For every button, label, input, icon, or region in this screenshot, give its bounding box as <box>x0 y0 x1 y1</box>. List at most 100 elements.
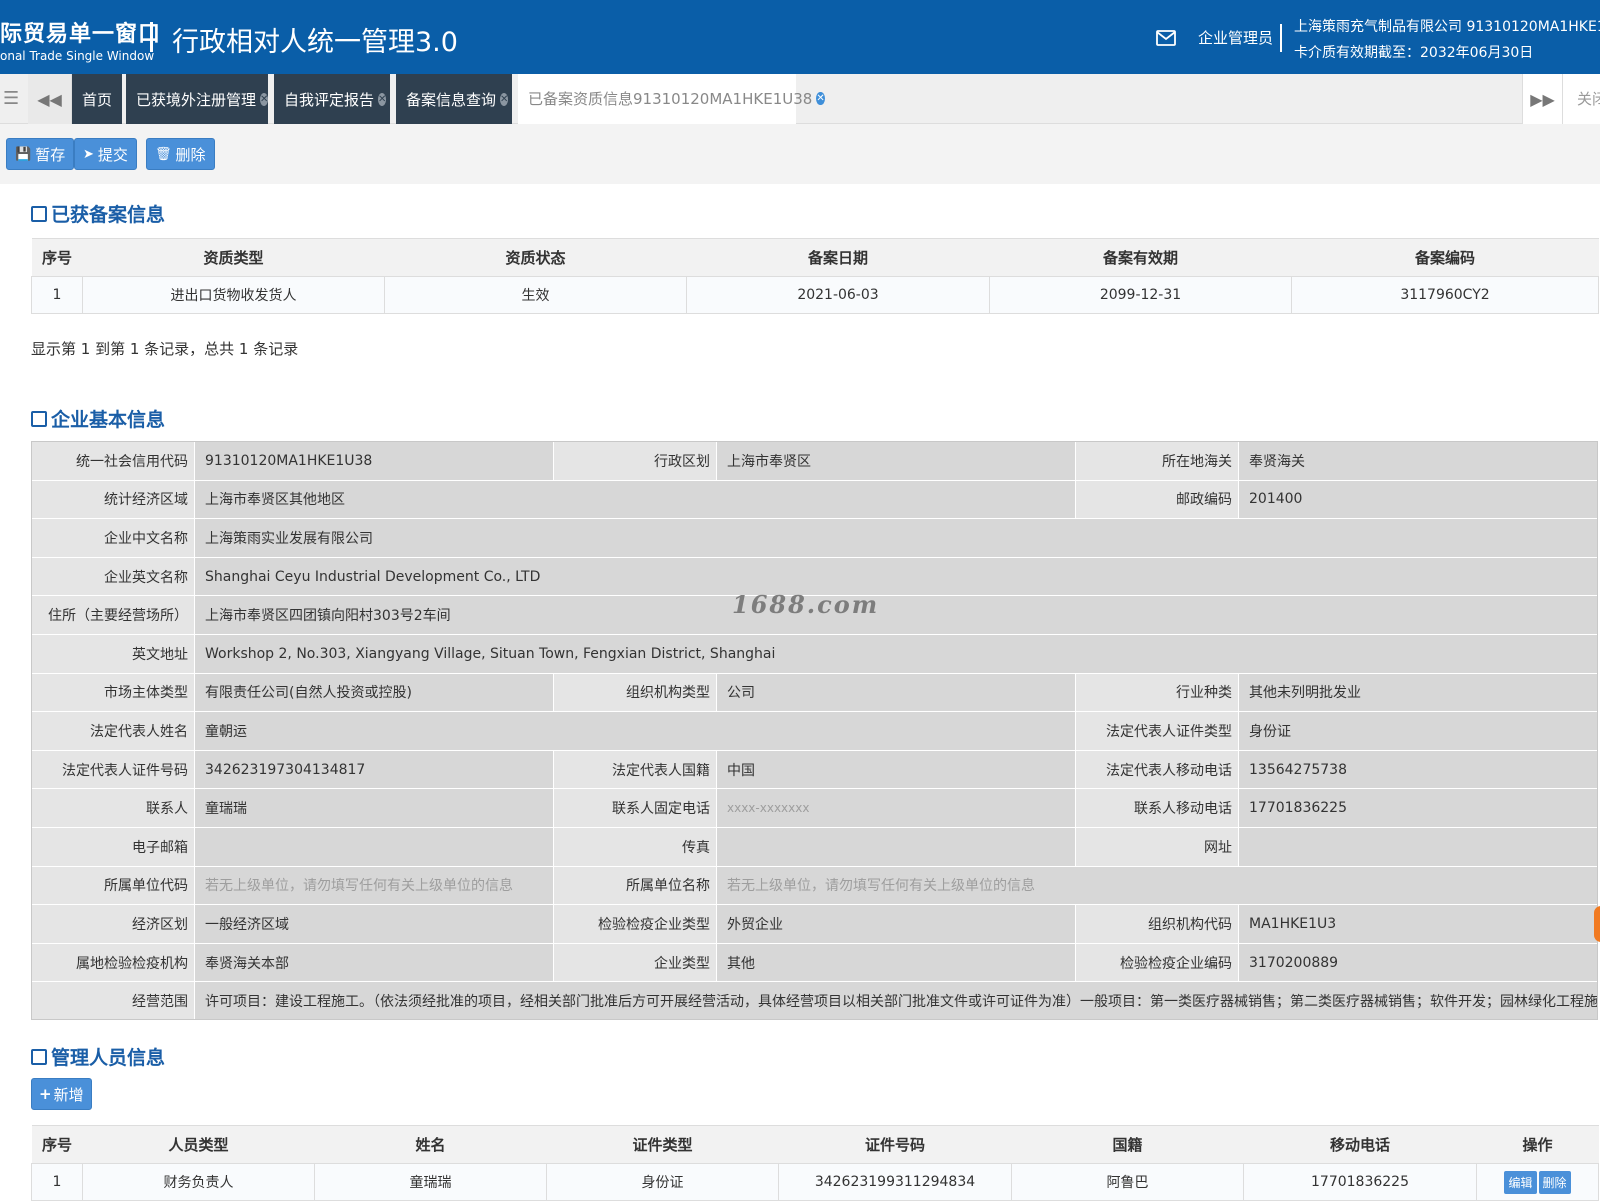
company-info: 上海策雨充气制品有限公司 91310120MA1HKE1U38 <box>1294 19 1600 35</box>
legal-rep-value[interactable]: 童朝运 <box>194 711 1076 751</box>
column-header[interactable]: 移动电话 <box>1243 1125 1477 1164</box>
tab-self-assessment[interactable]: 自我评定报告 ✕ <box>274 74 390 124</box>
table-row[interactable]: 1 财务负责人 童瑞瑞 身份证 342623199311294834 阿鲁巴 1… <box>31 1163 1599 1201</box>
column-header[interactable]: 证件类型 <box>546 1125 779 1164</box>
tab-label: 已备案资质信息91310120MA1HKE1U38 <box>528 90 813 108</box>
tab-bar: ☰ ◀◀ 首页 已获境外注册管理 ✕ 自我评定报告 ✕ 备案信息查询 ✕ 已备案资质信… <box>0 74 1600 124</box>
add-person-button[interactable]: + 新增 <box>31 1078 92 1110</box>
tab-close-icon[interactable]: ✕ <box>378 92 387 106</box>
cell: 1 <box>31 1163 83 1201</box>
tab-close-icon[interactable]: ✕ <box>260 92 269 106</box>
delete-label: 删除 <box>175 145 206 164</box>
column-header[interactable]: 资质状态 <box>384 238 687 277</box>
scope-label: 经营范围 <box>31 981 195 1021</box>
legal-id-type-value[interactable]: 身份证 <box>1238 711 1599 751</box>
plus-icon: + <box>39 1085 52 1103</box>
email-field[interactable] <box>194 826 554 867</box>
table-row[interactable]: 1 进出口货物收发货人 生效 2021-06-03 2099-12-31 311… <box>31 276 1599 314</box>
org-type-value[interactable]: 公司 <box>716 672 1076 713</box>
fax-label: 传真 <box>553 826 717 867</box>
ciq-code-value[interactable]: 3170200889 <box>1238 942 1599 983</box>
tab-close-icon[interactable]: ✕ <box>500 92 509 106</box>
delete-button[interactable]: 🗑 删除 <box>146 138 215 170</box>
card-validity: 卡介质有效期截至：2032年06月30日 <box>1294 45 1534 61</box>
cell: 2021-06-03 <box>686 276 990 314</box>
column-header[interactable]: 证件号码 <box>778 1125 1012 1164</box>
tab-home[interactable]: 首页 <box>72 74 122 124</box>
column-header[interactable]: 序号 <box>31 1125 83 1164</box>
tab-label: 已获境外注册管理 <box>136 90 257 109</box>
tab-overseas-registration[interactable]: 已获境外注册管理 ✕ <box>126 74 269 124</box>
mail-icon[interactable] <box>1156 30 1176 46</box>
ciq-office-value[interactable]: 奉贤海关本部 <box>194 942 554 983</box>
cell: 342623199311294834 <box>778 1163 1012 1201</box>
column-header[interactable]: 备案有效期 <box>989 238 1292 277</box>
cell: 财务负责人 <box>82 1163 315 1201</box>
ciq-type-value[interactable]: 外贸企业 <box>716 904 1076 944</box>
legal-id-type-label: 法定代表人证件类型 <box>1075 711 1239 751</box>
org-code-value[interactable]: MA1HKE1U3 <box>1238 904 1599 944</box>
cell: 阿鲁巴 <box>1011 1163 1244 1201</box>
parent-name-field[interactable]: 若无上级单位，请勿填写任何有关上级单位的信息 <box>716 865 1599 906</box>
econ-zone-value[interactable]: 上海市奉贤区其他地区 <box>194 479 1076 520</box>
edit-icon <box>31 1049 47 1065</box>
legal-id-no-value[interactable]: 342623197304134817 <box>194 749 554 790</box>
column-header[interactable]: 备案编码 <box>1291 238 1599 277</box>
cell: 1 <box>31 276 83 314</box>
customs-value[interactable]: 奉贤海关 <box>1238 441 1599 481</box>
industry-value[interactable]: 其他未列明批发业 <box>1238 672 1599 713</box>
legal-mobile-value[interactable]: 13564275738 <box>1238 749 1599 790</box>
legal-mobile-label: 法定代表人移动电话 <box>1075 749 1239 790</box>
credit-code-label: 统一社会信用代码 <box>31 441 195 481</box>
contact-phone-field[interactable]: xxxx-xxxxxxx <box>716 788 1076 828</box>
credit-code-value[interactable]: 91310120MA1HKE1U38 <box>194 441 554 481</box>
fax-field[interactable] <box>716 826 1076 867</box>
column-header[interactable]: 人员类型 <box>82 1125 315 1164</box>
edit-row-button[interactable]: 编辑 <box>1504 1170 1537 1194</box>
market-type-value[interactable]: 有限责任公司(自然人投资或控股) <box>194 672 554 713</box>
column-header[interactable]: 备案日期 <box>686 238 990 277</box>
en-address-value[interactable]: Workshop 2, No.303, Xiangyang Village, S… <box>194 633 1599 674</box>
floating-widget[interactable] <box>1594 906 1600 942</box>
cell: 17701836225 <box>1243 1163 1477 1201</box>
ent-type-label: 企业类型 <box>553 942 717 983</box>
legal-nationality-value[interactable]: 中国 <box>716 749 1076 790</box>
delete-row-button[interactable]: 删除 <box>1538 1170 1571 1194</box>
tab-label: 自我评定报告 <box>284 90 375 109</box>
econ-zone-label: 统计经济区域 <box>31 479 195 520</box>
menu-icon[interactable]: ☰ <box>3 88 19 109</box>
website-field[interactable] <box>1238 826 1599 867</box>
tab-filing-query[interactable]: 备案信息查询 ✕ <box>396 74 512 124</box>
tab-scroll-right-button[interactable]: ▶▶ <box>1522 74 1562 124</box>
parent-code-label: 所属单位代码 <box>31 865 195 906</box>
parent-code-field[interactable]: 若无上级单位，请勿填写任何有关上级单位的信息 <box>194 865 554 906</box>
website-label: 网址 <box>1075 826 1239 867</box>
tab-scroll-left-button[interactable]: ◀◀ <box>28 74 72 124</box>
admin-region-value[interactable]: 上海市奉贤区 <box>716 441 1076 481</box>
user-role[interactable]: 企业管理员 <box>1198 27 1273 48</box>
email-label: 电子邮箱 <box>31 826 195 867</box>
column-header: 操作 <box>1476 1125 1599 1164</box>
address-value[interactable]: 上海市奉贤区四团镇向阳村303号2车间 <box>194 595 1599 635</box>
section-title-text: 已获备案信息 <box>51 204 166 226</box>
en-name-value[interactable]: Shanghai Ceyu Industrial Development Co.… <box>194 556 1599 597</box>
save-draft-button[interactable]: 💾 暂存 <box>6 138 75 170</box>
column-header[interactable]: 姓名 <box>314 1125 547 1164</box>
column-header[interactable]: 国籍 <box>1011 1125 1244 1164</box>
cn-name-value[interactable]: 上海策雨实业发展有限公司 <box>194 518 1599 558</box>
tab-close-icon[interactable]: ✕ <box>816 92 825 105</box>
close-tabs-button[interactable]: 关闭 <box>1562 74 1600 124</box>
tab-filed-qualification[interactable]: 已备案资质信息91310120MA1HKE1U38 ✕ <box>518 74 825 124</box>
scope-value[interactable]: 许可项目：建设工程施工。（依法须经批准的项目，经相关部门批准后方可开展经营活动，… <box>194 981 1599 1021</box>
submit-button[interactable]: ➤ 提交 <box>74 138 137 170</box>
column-header[interactable]: 资质类型 <box>82 238 385 277</box>
contact-value[interactable]: 童瑞瑞 <box>194 788 554 828</box>
ciq-office-label: 属地检验检疫机构 <box>31 942 195 983</box>
contact-mobile-value[interactable]: 17701836225 <box>1238 788 1599 828</box>
ent-type-value[interactable]: 其他 <box>716 942 1076 983</box>
filing-table: 序号 资质类型 资质状态 备案日期 备案有效期 备案编码 1 进出口货物收发货人… <box>31 238 1599 314</box>
postcode-value[interactable]: 201400 <box>1238 479 1599 520</box>
column-header[interactable]: 序号 <box>31 238 83 277</box>
econ-division-value[interactable]: 一般经济区域 <box>194 904 554 944</box>
filing-section-title: 已获备案信息 <box>31 200 165 227</box>
